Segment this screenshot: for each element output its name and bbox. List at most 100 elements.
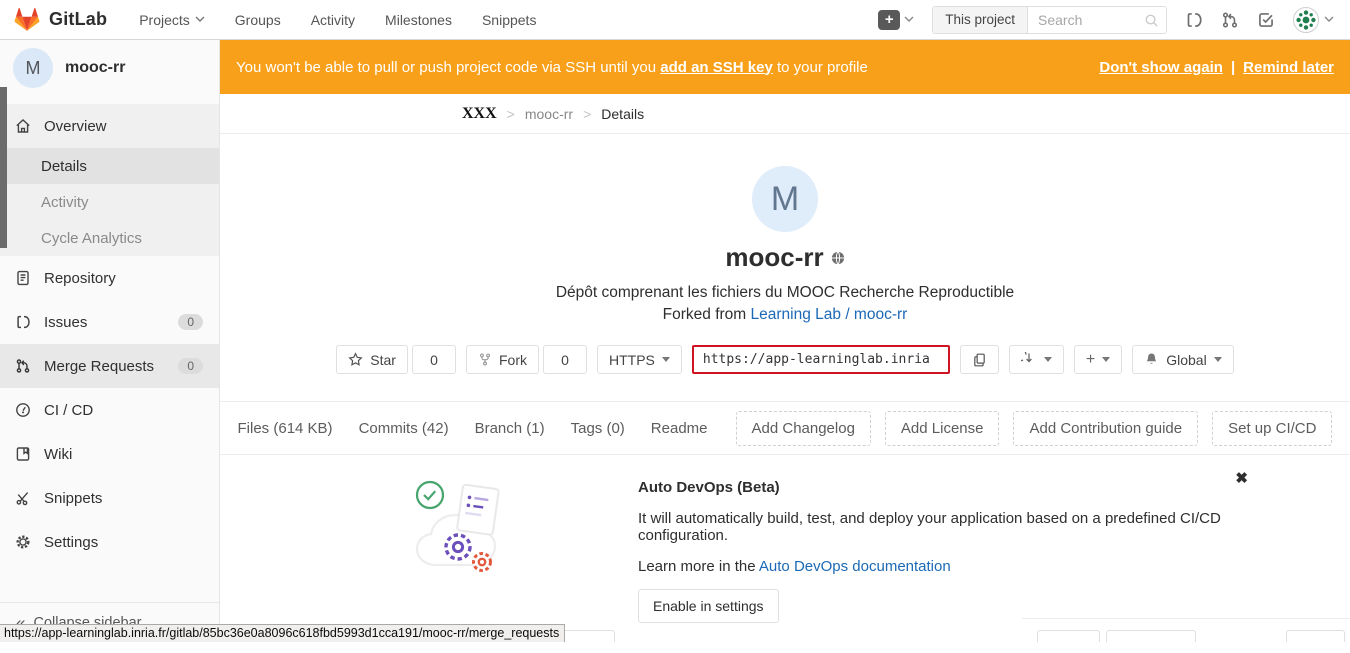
nav-snippets[interactable]: Snippets	[482, 12, 536, 28]
project-stats-nav: Files (614 KB) Commits (42) Branch (1) T…	[220, 402, 1350, 455]
add-ssh-key-link[interactable]: add an SSH key	[660, 59, 773, 76]
partial-button[interactable]	[1286, 630, 1345, 642]
breadcrumb-separator: >	[507, 106, 515, 122]
merge-requests-icon[interactable]	[1221, 11, 1239, 29]
sidebar-item-repository[interactable]: Repository	[0, 256, 219, 300]
todos-icon[interactable]	[1257, 11, 1275, 29]
gitlab-brand[interactable]: GitLab	[14, 7, 107, 32]
tab-files[interactable]: Files (614 KB)	[238, 420, 333, 437]
add-license-button[interactable]: Add License	[885, 411, 1000, 446]
add-contribution-guide-button[interactable]: Add Contribution guide	[1013, 411, 1198, 446]
add-dropdown-button[interactable]: +	[1074, 345, 1122, 374]
enable-in-settings-button[interactable]: Enable in settings	[638, 589, 779, 623]
sidebar-item-cycle-analytics[interactable]: Cycle Analytics	[0, 220, 219, 256]
main-content: You won't be able to pull or push projec…	[220, 40, 1350, 653]
sidebar-item-activity[interactable]: Activity	[0, 184, 219, 220]
partial-button[interactable]	[1037, 630, 1100, 642]
breadcrumb-project[interactable]: mooc-rr	[525, 106, 573, 122]
user-menu[interactable]	[1293, 7, 1334, 33]
close-icon[interactable]: ✖	[1235, 469, 1248, 487]
issues-count-badge: 0	[178, 314, 203, 330]
breadcrumb-group[interactable]: XXX	[462, 105, 497, 123]
copy-url-button[interactable]	[960, 345, 999, 374]
notification-dropdown[interactable]: Global	[1132, 345, 1233, 374]
tab-tags[interactable]: Tags (0)	[571, 420, 625, 437]
star-button[interactable]: Star	[336, 345, 408, 374]
sidebar-nav: Overview Details Activity Cycle Analytic…	[0, 104, 219, 564]
merge-requests-count-badge: 0	[178, 358, 203, 374]
sidebar-item-details[interactable]: Details	[0, 148, 219, 184]
sidebar-item-snippets[interactable]: Snippets	[0, 476, 219, 520]
breadcrumb: XXX > mooc-rr > Details	[220, 94, 1350, 134]
fork-button[interactable]: Fork	[466, 345, 539, 374]
partial-button[interactable]	[558, 630, 615, 642]
sidebar-item-merge-requests[interactable]: Merge Requests 0	[0, 344, 219, 388]
banner-separator: |	[1231, 59, 1235, 76]
autodevops-description: It will automatically build, test, and d…	[638, 510, 1280, 544]
sidebar-section-overview: Overview Details Activity Cycle Analytic…	[0, 104, 219, 256]
chevron-down-icon	[195, 16, 205, 23]
remind-later-link[interactable]: Remind later	[1243, 59, 1334, 76]
sidebar-item-wiki[interactable]: Wiki	[0, 432, 219, 476]
project-title: mooc-rr	[725, 242, 823, 273]
tab-branch[interactable]: Branch (1)	[475, 420, 545, 437]
new-menu-button[interactable]: +	[878, 10, 914, 30]
top-nav: Projects Groups Activity Milestones Snip…	[139, 12, 536, 28]
caret-down-icon	[1102, 357, 1110, 362]
bell-icon	[1144, 352, 1159, 367]
partial-button[interactable]	[1106, 630, 1196, 642]
sidebar-item-ci-cd[interactable]: CI / CD	[0, 388, 219, 432]
autodevops-title: Auto DevOps (Beta)	[638, 479, 1280, 496]
scissors-icon	[15, 490, 31, 506]
autodevops-illustration	[408, 469, 528, 581]
sidebar-project-header[interactable]: M mooc-rr	[0, 40, 219, 96]
project-header: M mooc-rr Dépôt comprenant les fichiers …	[220, 134, 1350, 324]
protocol-dropdown[interactable]: HTTPS	[597, 345, 682, 374]
gear-icon	[15, 534, 31, 550]
forked-from-link[interactable]: Learning Lab / mooc-rr	[751, 306, 908, 323]
add-changelog-button[interactable]: Add Changelog	[736, 411, 871, 446]
nav-milestones[interactable]: Milestones	[385, 12, 452, 28]
gitlab-logo-icon	[14, 7, 40, 32]
sidebar-item-settings[interactable]: Settings	[0, 520, 219, 564]
top-header: GitLab Projects Groups Activity Mileston…	[0, 0, 1350, 40]
autodevops-docs-link[interactable]: Auto DevOps documentation	[759, 558, 951, 575]
fork-count[interactable]: 0	[543, 345, 587, 374]
book-icon	[15, 446, 31, 462]
star-icon	[348, 352, 363, 367]
download-button[interactable]	[1009, 345, 1064, 374]
brand-name[interactable]: GitLab	[49, 9, 107, 30]
fork-icon	[478, 352, 492, 367]
breadcrumb-current: Details	[601, 106, 644, 122]
clone-url-input[interactable]	[692, 345, 950, 374]
search-group: This project	[932, 6, 1167, 34]
project-avatar: M	[13, 48, 53, 88]
project-actions: Star 0 Fork 0 HTTPS	[220, 345, 1350, 374]
sidebar-item-issues[interactable]: Issues 0	[0, 300, 219, 344]
clipboard-icon	[972, 352, 987, 368]
nav-projects[interactable]: Projects	[139, 12, 205, 28]
tab-readme[interactable]: Readme	[651, 420, 708, 437]
readme-card-top-border	[1022, 618, 1350, 619]
tab-commits[interactable]: Commits (42)	[359, 420, 449, 437]
setup-cicd-button[interactable]: Set up CI/CD	[1212, 411, 1332, 446]
banner-text: You won't be able to pull or push projec…	[236, 59, 660, 76]
issues-icon[interactable]	[1185, 11, 1203, 29]
caret-down-icon	[1214, 357, 1222, 362]
dont-show-again-link[interactable]: Don't show again	[1099, 59, 1223, 76]
star-count[interactable]: 0	[412, 345, 456, 374]
breadcrumb-separator: >	[583, 106, 591, 122]
caret-down-icon	[1044, 357, 1052, 362]
sidebar-scrollbar[interactable]	[0, 87, 7, 248]
issues-icon	[15, 314, 31, 330]
search-icon	[1144, 13, 1159, 28]
gauge-icon	[15, 402, 31, 418]
nav-groups[interactable]: Groups	[235, 12, 281, 28]
sidebar-item-overview[interactable]: Overview	[0, 104, 219, 148]
chevron-down-icon	[904, 16, 914, 23]
plus-icon: +	[1086, 351, 1095, 369]
nav-activity[interactable]: Activity	[311, 12, 355, 28]
project-description: Dépôt comprenant les fichiers du MOOC Re…	[220, 284, 1350, 302]
project-name: mooc-rr	[65, 59, 125, 77]
chevron-down-icon	[1324, 16, 1334, 23]
